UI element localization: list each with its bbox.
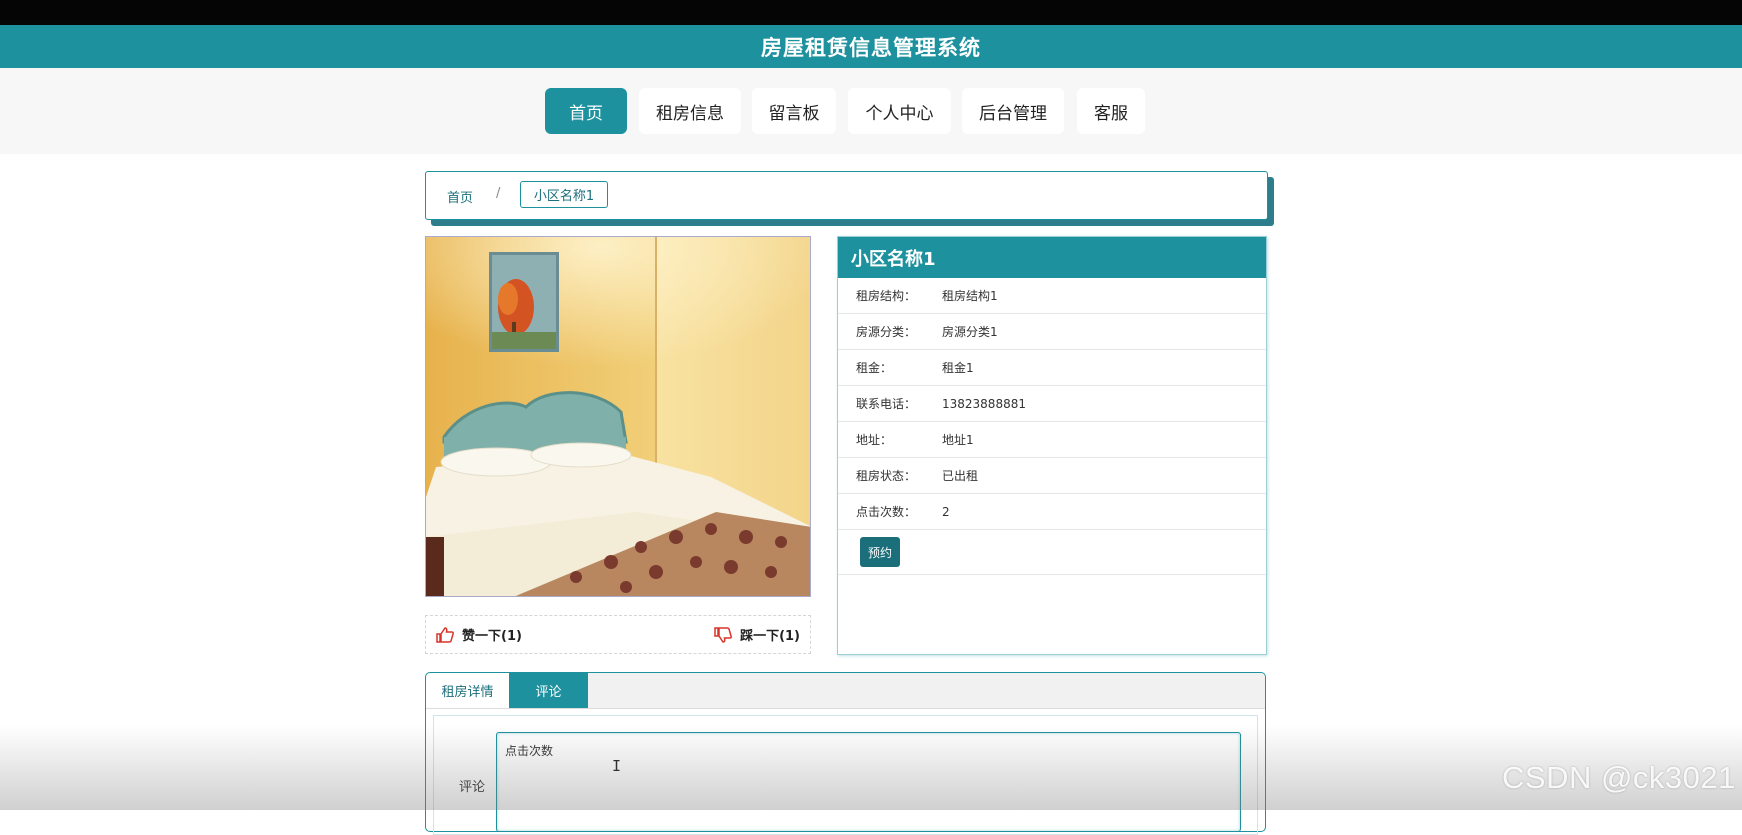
nav-home[interactable]: 首页 bbox=[545, 88, 627, 134]
detail-key: 租金： bbox=[856, 361, 893, 375]
book-row: 预约 bbox=[838, 530, 1266, 575]
breadcrumb-home[interactable]: 首页 bbox=[447, 187, 473, 206]
dislike-label: 踩一下(1) bbox=[740, 629, 800, 644]
detail-row: 地址： 地址1 bbox=[838, 422, 1266, 458]
detail-key: 联系电话： bbox=[856, 397, 917, 411]
thumbs-up-icon bbox=[436, 626, 454, 643]
detail-key: 租房状态： bbox=[856, 469, 917, 483]
thumbs-down-icon bbox=[714, 626, 733, 643]
detail-value: 13823888881 bbox=[942, 396, 1026, 411]
comment-form: 评论 点击次数 bbox=[433, 715, 1258, 835]
detail-row: 租房结构： 租房结构1 bbox=[838, 278, 1266, 314]
nav-message-board[interactable]: 留言板 bbox=[752, 88, 836, 134]
breadcrumb: 首页 / 小区名称1 bbox=[425, 171, 1268, 220]
breadcrumb-current: 小区名称1 bbox=[520, 181, 608, 208]
like-label: 赞一下(1) bbox=[462, 629, 522, 644]
detail-key: 点击次数： bbox=[856, 505, 917, 519]
breadcrumb-separator: / bbox=[496, 186, 501, 201]
comment-label: 评论 bbox=[459, 780, 486, 795]
book-button[interactable]: 预约 bbox=[860, 537, 900, 567]
house-photo bbox=[425, 236, 811, 597]
house-detail-panel: 小区名称1 租房结构： 租房结构1 房源分类： 房源分类1 租金： 租金1 联系电话：… bbox=[837, 236, 1267, 655]
nav-admin[interactable]: 后台管理 bbox=[962, 88, 1064, 134]
site-title: 房屋租赁信息管理系统 bbox=[761, 35, 981, 60]
detail-value: 租金1 bbox=[942, 361, 974, 375]
nav-customer-service[interactable]: 客服 bbox=[1077, 88, 1145, 134]
detail-tabs: 租房详情 评论 评论 点击次数 bbox=[425, 672, 1266, 835]
nav-rental-info[interactable]: 租房信息 bbox=[639, 88, 741, 134]
detail-key: 租房结构： bbox=[856, 289, 917, 303]
detail-title: 小区名称1 bbox=[838, 237, 1266, 278]
tab-comments[interactable]: 评论 bbox=[509, 673, 588, 708]
tab-bar: 租房详情 评论 bbox=[426, 673, 1265, 709]
detail-value: 租房结构1 bbox=[942, 289, 998, 303]
detail-value: 已出租 bbox=[942, 469, 979, 483]
detail-value: 房源分类1 bbox=[942, 325, 998, 339]
detail-row: 点击次数： 2 bbox=[838, 494, 1266, 530]
detail-row: 租金： 租金1 bbox=[838, 350, 1266, 386]
tab-rental-details[interactable]: 租房详情 bbox=[426, 673, 510, 708]
nav-personal-center[interactable]: 个人中心 bbox=[848, 88, 951, 134]
watermark: CSDN @ck3021 bbox=[1502, 760, 1736, 795]
detail-row: 租房状态： 已出租 bbox=[838, 458, 1266, 494]
detail-row: 房源分类： 房源分类1 bbox=[838, 314, 1266, 350]
detail-key: 房源分类： bbox=[856, 325, 917, 339]
site-header: 房屋租赁信息管理系统 bbox=[0, 25, 1742, 68]
text-cursor-icon: Ι bbox=[612, 757, 622, 775]
vote-bar: 赞一下(1) 踩一下(1) bbox=[425, 615, 811, 654]
like-button[interactable]: 赞一下(1) bbox=[436, 625, 522, 644]
dislike-button[interactable]: 踩一下(1) bbox=[714, 625, 800, 644]
detail-row: 联系电话： 13823888881 bbox=[838, 386, 1266, 422]
detail-value: 地址1 bbox=[942, 433, 974, 447]
detail-key: 地址： bbox=[856, 433, 893, 447]
comment-textarea[interactable]: 点击次数 bbox=[496, 732, 1241, 832]
top-black-strip bbox=[0, 0, 1742, 25]
detail-value: 2 bbox=[942, 504, 950, 519]
